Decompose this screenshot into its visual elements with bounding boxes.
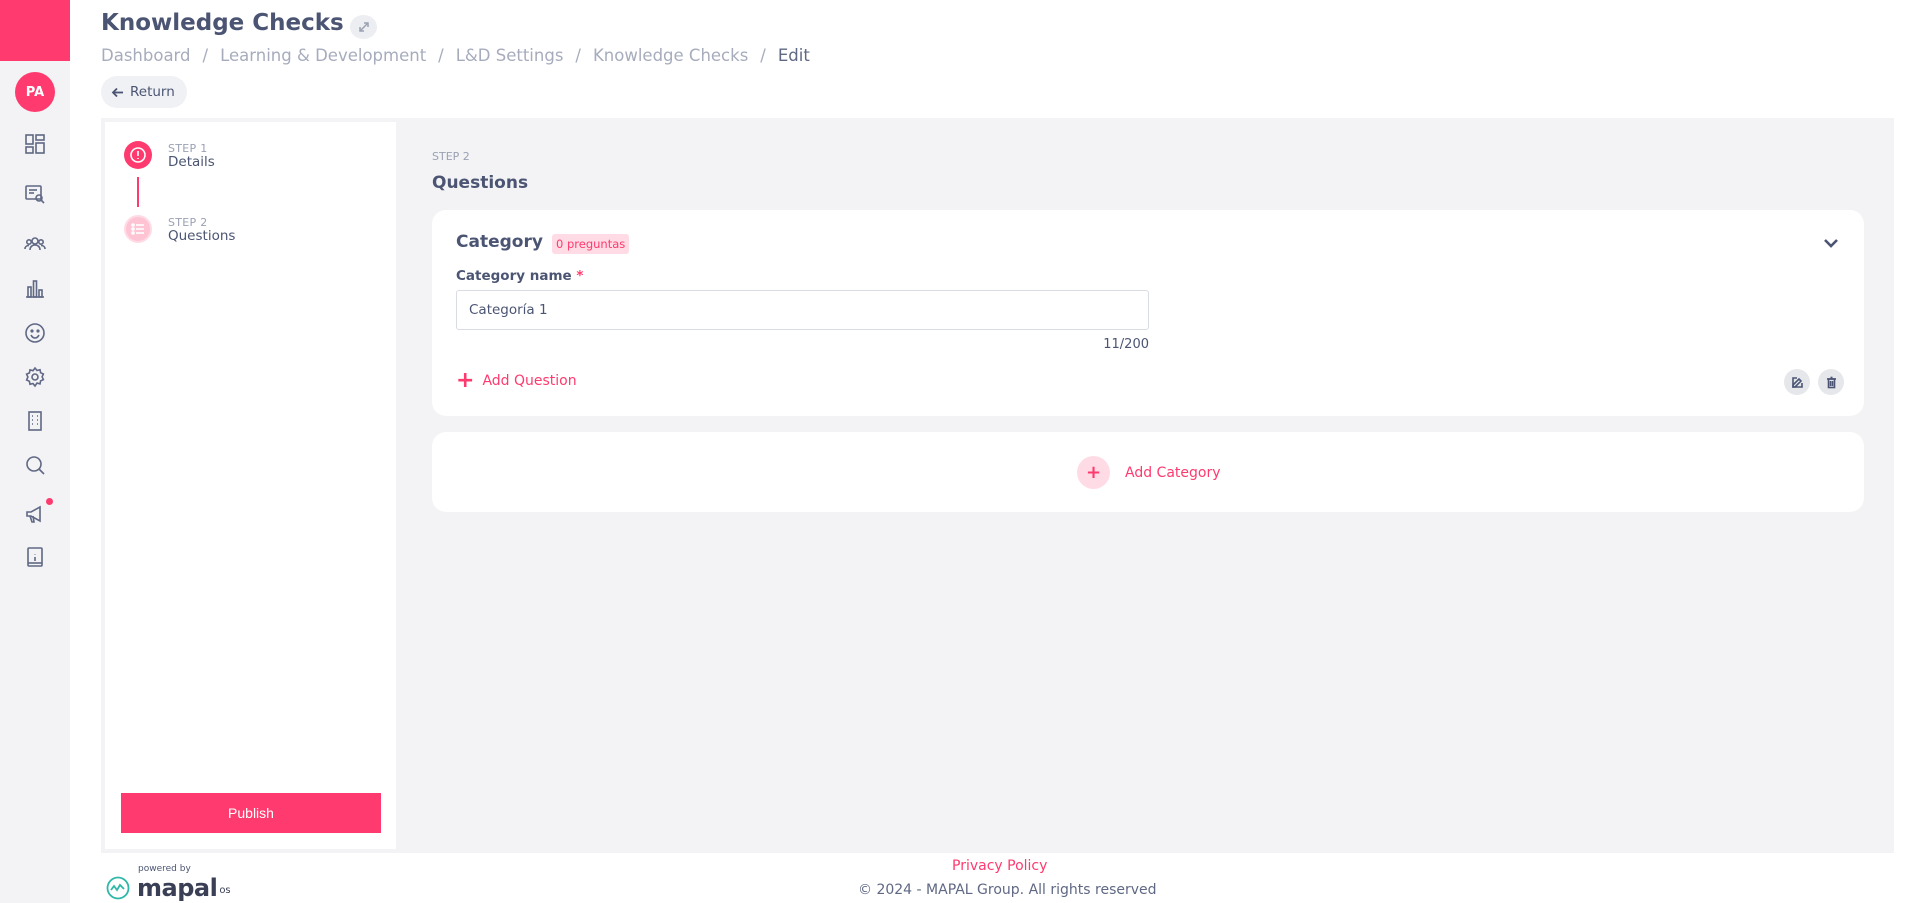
- breadcrumb-separator: /: [438, 46, 444, 65]
- avatar[interactable]: PA: [15, 72, 55, 112]
- step-2-indicator[interactable]: [124, 215, 152, 243]
- return-button[interactable]: Return: [101, 76, 187, 108]
- breadcrumb-separator: /: [575, 46, 581, 65]
- mapal-logo: mapal os: [105, 874, 231, 902]
- character-counter: 11/200: [1103, 337, 1149, 352]
- add-question-button[interactable]: + Add Question: [456, 370, 577, 392]
- category-name-label-text: Category name: [456, 268, 572, 284]
- breadcrumb-knowledge-checks[interactable]: Knowledge Checks: [593, 46, 748, 65]
- breadcrumb-dashboard[interactable]: Dashboard: [101, 46, 191, 65]
- breadcrumb-ld-settings[interactable]: L&D Settings: [456, 46, 564, 65]
- edit-icon: [1791, 376, 1803, 388]
- required-mark: *: [576, 268, 584, 284]
- step-connector: [137, 177, 139, 207]
- add-question-label: Add Question: [482, 373, 577, 389]
- logo-suffix: os: [219, 884, 231, 896]
- people-icon[interactable]: [22, 231, 48, 257]
- category-title: Category: [456, 232, 543, 252]
- plus-circle-icon: +: [1077, 456, 1110, 489]
- current-step-number: STEP 2: [432, 150, 470, 163]
- smile-icon[interactable]: [22, 320, 48, 346]
- privacy-policy-link[interactable]: Privacy Policy: [952, 858, 1047, 874]
- delete-button[interactable]: [1818, 369, 1844, 395]
- step-2-label[interactable]: Questions: [168, 228, 235, 244]
- logo-wordmark: mapal: [137, 874, 218, 902]
- question-count-badge: 0 preguntas: [552, 234, 630, 254]
- breadcrumb-edit: Edit: [777, 46, 810, 65]
- add-category-card[interactable]: + Add Category: [432, 432, 1864, 512]
- info-circle-icon: [130, 147, 146, 163]
- step-1-indicator[interactable]: [124, 141, 152, 169]
- search-icon[interactable]: [22, 452, 48, 478]
- megaphone-icon[interactable]: [22, 501, 48, 527]
- section-title: Questions: [432, 173, 529, 193]
- category-name-input[interactable]: [456, 290, 1149, 330]
- mapal-wave-icon: [106, 876, 130, 900]
- breadcrumb-separator: /: [202, 46, 209, 65]
- breadcrumb-learning-development[interactable]: Learning & Development: [220, 46, 426, 65]
- app-rail: PA: [0, 0, 70, 903]
- plus-icon: +: [456, 368, 475, 393]
- powered-by-text: powered by: [138, 864, 191, 874]
- add-category-button[interactable]: + Add Category: [1077, 456, 1221, 489]
- step-1-label[interactable]: Details: [168, 154, 215, 170]
- category-card: Category 0 preguntas Category name * 11/…: [432, 210, 1864, 416]
- breadcrumb: Dashboard / Learning & Development / L&D…: [101, 46, 810, 65]
- edit-button[interactable]: [1784, 369, 1810, 395]
- copyright-text: © 2024 - MAPAL Group. All rights reserve…: [858, 882, 1157, 898]
- settings-icon[interactable]: [22, 364, 48, 390]
- trash-icon: [1826, 376, 1836, 388]
- expand-icon: [358, 22, 369, 32]
- breadcrumb-separator: /: [760, 46, 766, 65]
- expand-button[interactable]: [350, 15, 377, 39]
- chevron-down-icon: [1824, 239, 1838, 248]
- category-name-label: Category name *: [456, 268, 583, 284]
- chart-icon[interactable]: [22, 275, 48, 301]
- dashboard-icon[interactable]: [22, 131, 48, 157]
- publish-button[interactable]: Publish: [121, 793, 381, 833]
- collapse-toggle[interactable]: [1822, 234, 1842, 254]
- page-title: Knowledge Checks: [101, 10, 344, 36]
- brand-bar: [0, 0, 70, 61]
- list-icon: [131, 223, 144, 235]
- add-category-label: Add Category: [1125, 464, 1221, 481]
- arrow-left-icon: [111, 87, 123, 97]
- building-icon[interactable]: [22, 408, 48, 434]
- return-label: Return: [130, 84, 175, 100]
- notification-dot: [46, 498, 53, 505]
- search-document-icon[interactable]: [22, 181, 48, 207]
- info-book-icon[interactable]: [22, 544, 48, 570]
